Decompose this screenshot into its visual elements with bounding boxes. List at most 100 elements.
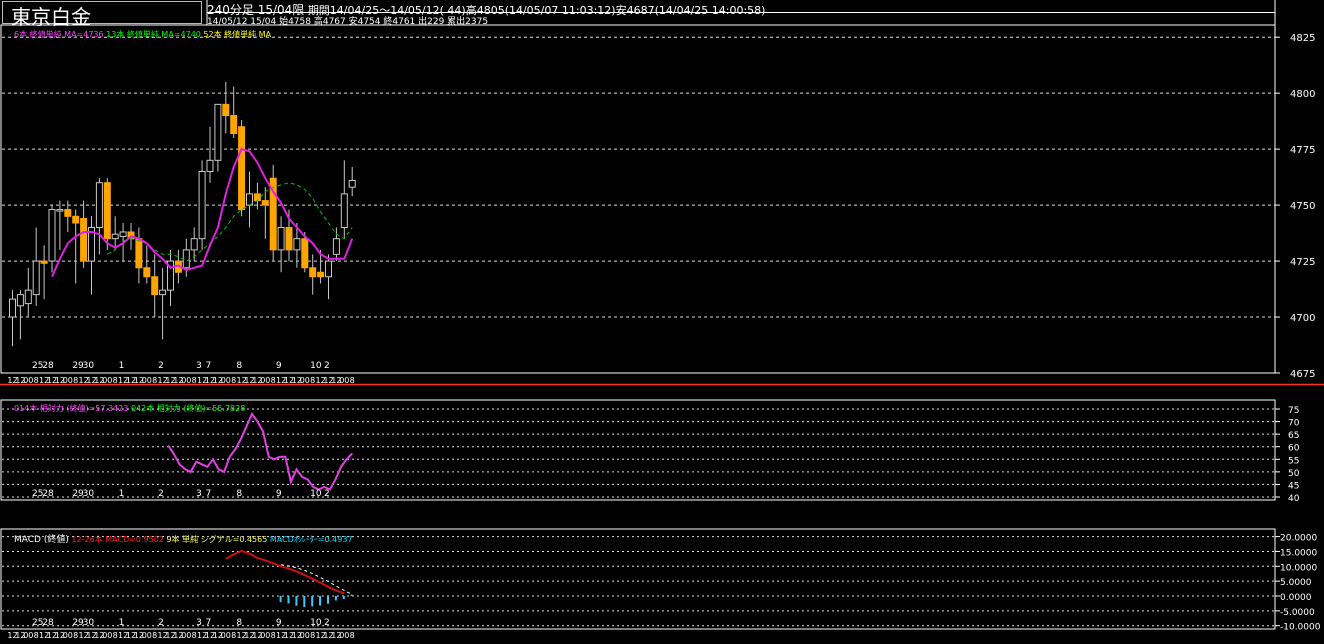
macd-time-label: 00 [181,631,191,640]
candle-body [72,215,80,224]
candle-body [190,238,198,251]
rsi-tick-label: 45 [1288,481,1299,491]
macd-time-label: 8 [34,631,39,640]
rsi-day-label: 9 [276,489,282,499]
ma13-line [107,182,353,262]
rsi-day-label: 7 [206,489,212,499]
macd-osc-bar [334,596,337,601]
macd-tick-label: -10.0000 [1280,623,1321,633]
price-day-label: 30 [83,361,95,371]
macd-osc-bar [295,596,298,606]
candle-body [48,209,56,262]
price-time-label: 8 [350,376,355,385]
macd-time-label: 00 [142,631,152,640]
price-day-label: 8 [236,361,242,371]
price-time-label: 00 [102,376,112,385]
price-time-label: 00 [300,376,310,385]
rsi-tick-label: 65 [1288,431,1299,441]
chart-canvas[interactable]: 46754700472547504775480048252528 2930 1 2 3 7… [0,0,1324,644]
candle-body [198,171,206,240]
macd-time-label: 00 [221,631,231,640]
macd-day-label: 2 [158,618,164,628]
price-day-label: 3 [196,361,202,371]
macd-osc-bar [279,596,282,602]
rsi-tick-label: 55 [1288,456,1299,466]
macd-time-label: 00 [339,631,349,640]
macd-time-label: 00 [300,631,310,640]
candle-body [214,103,222,161]
candle-body [325,260,332,278]
price-time-label: 8 [113,376,118,385]
rsi-tick-label: 50 [1288,469,1300,479]
price-time-label: 00 [63,376,73,385]
candle-body [24,289,32,305]
candle-body [182,249,190,269]
candle-body [143,267,151,278]
macd-day-label: 3 [196,618,202,628]
price-tick-label: 4750 [1290,201,1315,212]
price-time-label: 8 [192,376,197,385]
macd-day-label: 8 [236,618,242,628]
price-day-label: 10 [310,361,322,371]
candle-body [159,289,167,296]
macd-time-label: 00 [260,631,270,640]
candle-body [64,209,72,217]
candle-body [135,238,143,269]
macd-day-label: 1 [119,618,125,628]
price-tick-label: 4825 [1290,33,1315,44]
price-day-label: 7 [206,361,212,371]
price-time-label: 00 [181,376,191,385]
macd-time-label: 8 [73,631,78,640]
macd-day-label: 9 [276,618,282,628]
rsi-tick-label: 70 [1288,419,1300,429]
price-tick-label: 4675 [1290,369,1315,380]
rsi-day-label: 8 [236,489,242,499]
rsi-day-label: 2 [324,489,330,499]
price-tick-label: 4800 [1290,89,1315,100]
macd-time-label: 00 [23,631,33,640]
price-tick-label: 4700 [1290,313,1315,324]
candle-body [16,294,24,307]
candle-body [151,276,159,296]
macd-osc-bar [350,594,353,596]
candle-body [95,182,103,228]
rsi-day-label: 28 [42,489,54,499]
macd-osc-bar [327,596,329,604]
candle-body [293,238,301,251]
macd-time-label: 00 [63,631,73,640]
candle-body [238,126,246,211]
macd-time-label: 8 [113,631,118,640]
macd-osc-bar [303,596,306,607]
candle-body [103,182,111,240]
candle-body [261,200,269,206]
macd-tick-label: -5.0000 [1280,608,1315,618]
macd-line [225,549,345,595]
macd-tick-label: 0.0000 [1280,593,1312,603]
rsi-day-label: 3 [196,489,202,499]
macd-day-label: 2 [324,618,330,628]
rsi14-line [167,412,353,491]
candle-body [119,231,127,237]
rsi-panel-frame [0,399,1276,501]
price-time-label: 00 [260,376,270,385]
price-time-label: 8 [310,376,315,385]
price-time-label: 8 [271,376,276,385]
candle-body [285,226,293,251]
macd-time-label: 8 [271,631,276,640]
macd-osc-bar [319,596,322,606]
rsi-tick-label: 40 [1288,494,1300,504]
candle-body [9,298,16,318]
price-time-label: 00 [23,376,33,385]
macd-time-label: 00 [102,631,112,640]
macd-tick-label: 10.0000 [1280,563,1317,573]
price-day-label: 2 [324,361,330,371]
candle-body [206,159,214,173]
macd-tick-label: 15.0000 [1280,548,1317,558]
macd-time-label: 8 [310,631,315,640]
macd-time-label: 8 [152,631,157,640]
candle-body [253,193,261,202]
rsi-day-label: 10 [310,489,322,499]
macd-time-label: 8 [350,631,355,640]
rsi-tick-label: 60 [1288,444,1300,454]
rsi-day-label: 30 [83,489,95,499]
